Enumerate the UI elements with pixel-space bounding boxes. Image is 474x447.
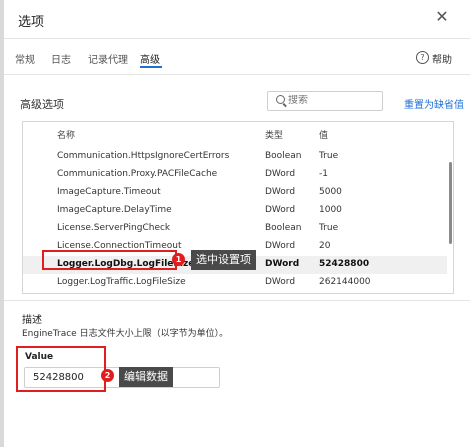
row-name: ImageCapture.Timeout bbox=[57, 187, 161, 197]
row-value: 20 bbox=[319, 241, 331, 251]
row-name: Communication.HttpsIgnoreCertErrors bbox=[57, 151, 230, 161]
tab-advanced[interactable]: 高级 bbox=[140, 51, 160, 66]
search-icon bbox=[276, 95, 285, 104]
column-header-value: 值 bbox=[319, 131, 329, 141]
table-scrollbar-thumb[interactable] bbox=[449, 162, 452, 244]
table-row[interactable]: Communication.HttpsIgnoreCertErrors Bool… bbox=[23, 148, 447, 166]
dialog-title: 选项 bbox=[18, 15, 45, 30]
tab-record-proxy[interactable]: 记录代理 bbox=[88, 51, 128, 66]
row-type: DWord bbox=[265, 205, 296, 215]
row-value: True bbox=[319, 223, 339, 233]
row-value: True bbox=[319, 151, 339, 161]
row-type: DWord bbox=[265, 277, 296, 287]
description-text: EngineTrace 日志文件大小上限（以字节为单位）。 bbox=[22, 329, 229, 339]
search-box[interactable] bbox=[267, 91, 383, 111]
table-row[interactable]: Communication.Proxy.PACFileCache DWord -… bbox=[23, 166, 447, 184]
step-tip-1: 选中设置项 bbox=[191, 250, 256, 270]
row-name: Communication.Proxy.PACFileCache bbox=[57, 169, 218, 179]
description-title: 描述 bbox=[22, 315, 42, 326]
table-row[interactable]: ImageCapture.DelayTime DWord 1000 bbox=[23, 202, 447, 220]
step-tip-2: 编辑数据 bbox=[119, 367, 173, 387]
row-name: License.ServerPingCheck bbox=[57, 223, 171, 233]
step-badge-1: 1 bbox=[172, 253, 185, 266]
row-value: 262144000 bbox=[319, 277, 371, 287]
active-tab-indicator bbox=[140, 66, 162, 68]
help-icon[interactable]: ? bbox=[416, 51, 429, 64]
table-row[interactable]: Logger.LogTraffic.LogFileSize DWord 2621… bbox=[23, 274, 447, 292]
tab-general[interactable]: 常规 bbox=[15, 51, 35, 66]
row-value: 5000 bbox=[319, 187, 342, 197]
table-row[interactable]: License.ServerPingCheck Boolean True bbox=[23, 220, 447, 238]
row-type: Boolean bbox=[265, 151, 302, 161]
value-field-highlight bbox=[16, 346, 106, 392]
row-type: DWord bbox=[265, 259, 300, 269]
table-row[interactable]: ImageCapture.Timeout DWord 5000 bbox=[23, 184, 447, 202]
row-type: DWord bbox=[265, 169, 296, 179]
search-input[interactable] bbox=[288, 95, 378, 106]
row-value: 52428800 bbox=[319, 259, 370, 269]
section-title: 高级选项 bbox=[20, 98, 64, 111]
tab-log[interactable]: 日志 bbox=[51, 51, 71, 66]
row-type: Boolean bbox=[265, 223, 302, 233]
row-value: 1000 bbox=[319, 205, 342, 215]
column-header-type: 类型 bbox=[265, 131, 284, 141]
row-value: -1 bbox=[319, 169, 328, 179]
tabs-divider bbox=[4, 74, 470, 75]
row-name: ImageCapture.DelayTime bbox=[57, 205, 172, 215]
table-header: 名称 类型 值 bbox=[23, 122, 453, 144]
close-icon[interactable]: ✕ bbox=[433, 8, 451, 26]
row-type: DWord bbox=[265, 241, 296, 251]
column-header-name: 名称 bbox=[57, 131, 76, 141]
description-divider bbox=[4, 300, 470, 301]
help-link[interactable]: 帮助 bbox=[432, 51, 452, 66]
title-divider bbox=[4, 38, 470, 39]
select-row-highlight bbox=[42, 250, 177, 270]
reset-defaults-link[interactable]: 重置为缺省值 bbox=[404, 96, 464, 111]
row-name: Logger.LogTraffic.LogFileSize bbox=[57, 277, 186, 287]
step-badge-2: 2 bbox=[101, 369, 114, 382]
row-type: DWord bbox=[265, 187, 296, 197]
